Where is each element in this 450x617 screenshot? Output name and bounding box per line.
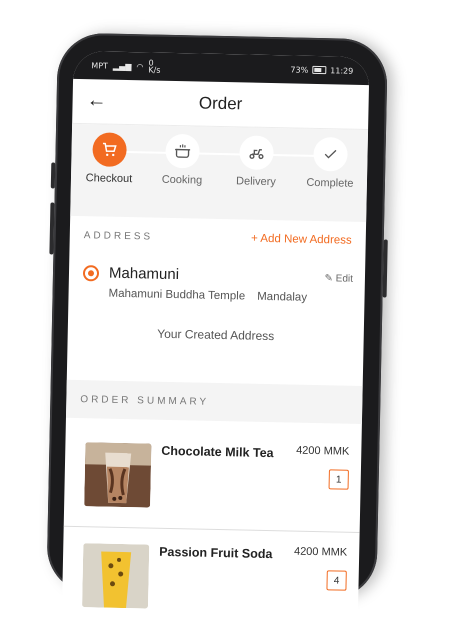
order-summary-header: ORDER SUMMARY [65, 379, 363, 424]
product-name: Passion Fruit Soda [159, 544, 273, 562]
created-address-label: Your Created Address [157, 326, 275, 344]
cart-icon [92, 132, 127, 168]
quantity-box[interactable]: 4 [326, 570, 347, 591]
check-icon [313, 136, 348, 172]
address-card[interactable]: Mahamuni ✎ Edit Mahamuni Buddha Temple M… [67, 254, 366, 386]
product-price: 4200 MMK [293, 545, 348, 559]
step-label: Complete [306, 176, 354, 190]
step-cooking: Cooking [147, 133, 218, 187]
step-label: Cooking [161, 173, 203, 187]
add-address-link[interactable]: + Add New Address [251, 233, 352, 247]
wifi-icon: ◠ [136, 61, 144, 71]
address-section-title: ADDRESS [83, 229, 154, 243]
battery-percent: 73% [290, 64, 309, 75]
product-name: Chocolate Milk Tea [161, 443, 274, 461]
order-item: Chocolate Milk Tea 4200 MMK 1 [64, 426, 362, 532]
signal-icon: ▂▄▆ [112, 61, 132, 71]
step-checkout: Checkout [74, 132, 145, 185]
step-complete: Complete [295, 136, 366, 190]
product-image [82, 543, 150, 609]
top-bar: ← Order [72, 78, 370, 131]
quantity-box[interactable]: 1 [328, 469, 349, 490]
address-header: ADDRESS + Add New Address [69, 216, 366, 260]
battery-icon [312, 65, 327, 75]
product-image [84, 442, 152, 508]
address-city: Mandalay [257, 290, 308, 304]
net-speed: 0 K/s [148, 58, 161, 75]
volume-button [49, 202, 55, 255]
carrier-label: MPT [91, 60, 109, 71]
screen: MPT ▂▄▆ ◠ 0 K/s 73% 11:29 ← Order Checko… [61, 50, 370, 617]
order-summary-title: ORDER SUMMARY [80, 393, 210, 408]
page-title: Order [198, 93, 243, 114]
step-label: Checkout [85, 172, 133, 186]
volume-button [50, 162, 56, 189]
phone-frame: MPT ▂▄▆ ◠ 0 K/s 73% 11:29 ← Order Checko… [46, 32, 388, 617]
pot-icon [165, 133, 200, 169]
address-name: Mahamuni [108, 264, 180, 284]
step-delivery: Delivery [221, 135, 292, 188]
address-place: Mahamuni Buddha Temple [108, 287, 246, 303]
product-price: 4200 MMK [296, 444, 350, 458]
edit-address-button[interactable]: ✎ Edit [324, 273, 353, 285]
clock: 11:29 [330, 65, 354, 76]
address-radio[interactable] [82, 264, 100, 281]
scooter-icon [239, 135, 274, 171]
power-button [382, 239, 388, 298]
order-item: Passion Fruit Soda 4200 MMK 4 [61, 525, 360, 617]
order-progress: Checkout Cooking Delivery Complete [70, 123, 369, 223]
arrow-left-icon[interactable]: ← [86, 89, 106, 112]
step-label: Delivery [235, 175, 276, 189]
